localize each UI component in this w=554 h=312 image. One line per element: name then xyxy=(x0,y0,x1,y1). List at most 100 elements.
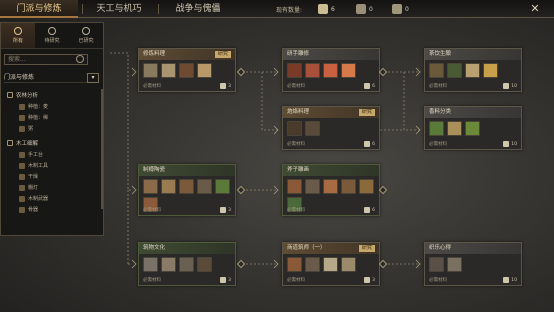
scroll-icon xyxy=(503,277,510,283)
item-icon xyxy=(323,179,338,194)
tech-node-cost: 3 xyxy=(364,277,375,283)
tree-item[interactable]: 木制武器 xyxy=(19,195,48,202)
filter-tab-all[interactable]: 所有 xyxy=(1,23,35,48)
tech-node-footer: 必需材料 xyxy=(143,278,161,283)
tech-node-footer: 必需材料 xyxy=(287,208,305,213)
tech-node[interactable]: 修炼料理 研究 必需材料 3 xyxy=(138,48,236,92)
wheat-icon xyxy=(7,92,13,98)
tech-node[interactable]: 研手雕修 必需材料 6 xyxy=(282,48,380,92)
item-icon xyxy=(143,257,158,272)
tech-node-title: 斧子雕画 xyxy=(283,165,379,176)
tech-node-footer: 必需材料 xyxy=(429,278,447,283)
tech-node-footer: 必需材料 xyxy=(143,208,161,213)
tech-node-cost: 6 xyxy=(364,141,375,147)
tech-node-icons xyxy=(425,254,521,272)
item-icon xyxy=(359,179,374,194)
item-icon xyxy=(287,121,302,136)
tech-node[interactable]: 炮烙料理 研究 必需材料 6 xyxy=(282,106,380,150)
tech-node[interactable]: 筑物文化 必需材料 3 xyxy=(138,242,236,286)
tech-node-title: 研手雕修 xyxy=(283,49,379,60)
tech-list-panel: 所有 待研究 已研究 搜索... 门派与修炼 ▾ 农林分析 种植：麦 种植：稀 … xyxy=(0,22,104,236)
saw-icon xyxy=(7,140,13,146)
tool-icon xyxy=(19,162,25,169)
tree-item[interactable]: 木制工具 xyxy=(19,162,48,169)
item-icon xyxy=(287,179,302,194)
tech-node-footer: 必需材料 xyxy=(429,84,447,89)
bowl-icon xyxy=(19,125,25,132)
item-icon xyxy=(215,179,230,194)
tree-item[interactable]: 干燥 xyxy=(19,173,38,180)
item-icon xyxy=(305,121,320,136)
item-icon xyxy=(161,179,176,194)
tech-node-footer: 必需材料 xyxy=(287,142,305,147)
scroll-icon xyxy=(364,207,371,213)
tree-group-woodwork[interactable]: 木工细解 xyxy=(7,139,38,147)
item-icon xyxy=(305,179,320,194)
tech-node-cost: 3 xyxy=(220,277,231,283)
tech-node-cost: 10 xyxy=(503,83,517,89)
seed-icon xyxy=(19,103,25,110)
check-icon xyxy=(82,27,90,35)
panel-scrollbar[interactable] xyxy=(101,89,103,209)
tech-node[interactable]: 茶饮生酿 必需材料 10 xyxy=(424,48,522,92)
item-icon xyxy=(447,121,462,136)
chevron-down-icon[interactable]: ▾ xyxy=(87,73,99,83)
tech-node-cost: 10 xyxy=(503,277,517,283)
filter-tab-pending[interactable]: 待研究 xyxy=(35,23,69,48)
research-tag[interactable]: 研究 xyxy=(358,109,375,116)
research-tag[interactable]: 研究 xyxy=(214,51,231,58)
tree-item[interactable]: 骨器 xyxy=(19,206,38,213)
tree-item[interactable]: 粥 xyxy=(19,125,33,132)
tech-node-title: 织乐心得 xyxy=(425,243,521,254)
scroll-icon xyxy=(364,83,371,89)
tech-node[interactable]: 制樽陶瓷 必需材料 3 xyxy=(138,164,236,216)
filter-tab-done[interactable]: 已研究 xyxy=(69,23,103,48)
item-icon xyxy=(197,257,212,272)
tech-node-icons xyxy=(425,118,521,136)
item-icon xyxy=(179,179,194,194)
hourglass-icon xyxy=(48,27,56,35)
item-icon xyxy=(341,257,356,272)
item-icon xyxy=(161,63,176,78)
tech-node[interactable]: 斧子雕画 必需材料 6 xyxy=(282,164,380,216)
item-icon xyxy=(447,257,462,272)
search-icon[interactable] xyxy=(76,55,84,63)
item-icon xyxy=(429,63,444,78)
item-icon xyxy=(305,63,320,78)
scroll-icon xyxy=(503,141,510,147)
item-icon xyxy=(179,257,194,272)
rack-icon xyxy=(19,173,25,180)
tech-node-title: 茶饮生酿 xyxy=(425,49,521,60)
item-icon xyxy=(143,179,158,194)
filter-tabs: 所有 待研究 已研究 xyxy=(1,23,103,49)
weapon-icon xyxy=(19,195,25,202)
scroll-icon xyxy=(364,277,371,283)
item-icon xyxy=(465,121,480,136)
tech-node-cost: 6 xyxy=(364,207,375,213)
tree-item[interactable]: 种植：稀 xyxy=(19,114,48,121)
tech-node-icons xyxy=(283,118,379,136)
item-icon xyxy=(323,63,338,78)
item-icon xyxy=(323,257,338,272)
item-icon xyxy=(429,121,444,136)
tech-node-footer: 必需材料 xyxy=(287,84,305,89)
research-tag[interactable]: 研究 xyxy=(358,245,375,252)
item-icon xyxy=(287,63,302,78)
tech-node-cost: 6 xyxy=(364,83,375,89)
tech-node[interactable]: 商道筑师（一） 研究 必需材料 3 xyxy=(282,242,380,286)
tree-group-farming[interactable]: 农林分析 xyxy=(7,91,38,99)
tech-node[interactable]: 香料分类 必需材料 10 xyxy=(424,106,522,150)
tech-node-icons xyxy=(283,254,379,272)
scroll-icon xyxy=(364,141,371,147)
tree-item[interactable]: 棚灯 xyxy=(19,184,38,191)
item-icon xyxy=(287,257,302,272)
tech-node-title: 商道筑师（一） 研究 xyxy=(283,243,379,254)
tree-item[interactable]: 种植：麦 xyxy=(19,103,48,110)
tree-item[interactable]: 手工台 xyxy=(19,151,43,158)
tech-node-cost: 10 xyxy=(503,141,517,147)
tech-node[interactable]: 织乐心得 必需材料 10 xyxy=(424,242,522,286)
item-icon xyxy=(197,179,212,194)
item-icon xyxy=(483,63,498,78)
item-icon xyxy=(197,63,212,78)
bone-icon xyxy=(19,206,25,213)
